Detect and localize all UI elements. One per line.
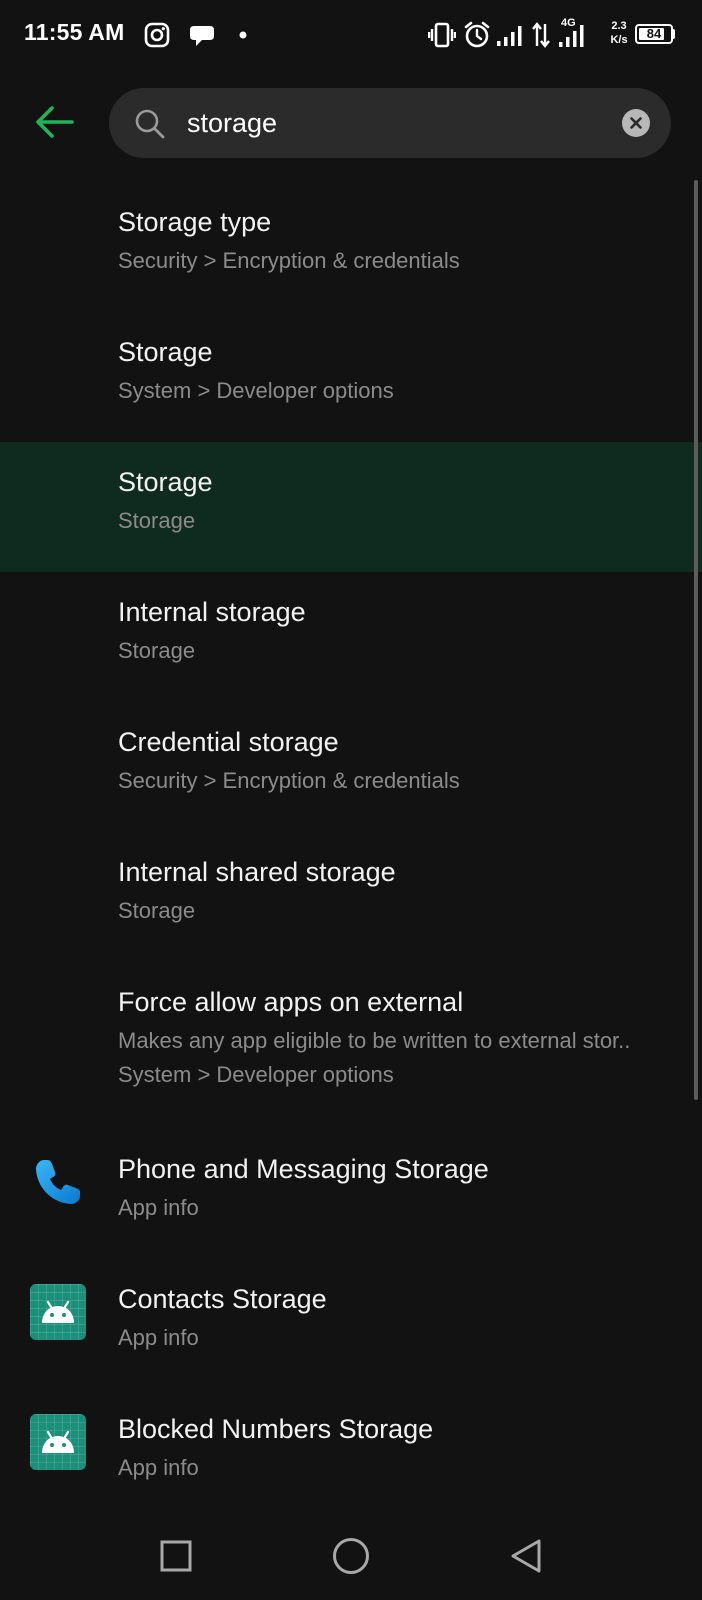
- result-subtitle: Security > Encryption & credentials: [118, 768, 460, 793]
- list-item[interactable]: Blocked Numbers Storage App info: [0, 1382, 702, 1512]
- list-item[interactable]: Storage System > Developer options: [0, 306, 702, 436]
- recents-button[interactable]: [150, 1530, 202, 1582]
- result-subtitle: System > Developer options: [118, 378, 394, 403]
- instagram-icon: [144, 22, 170, 52]
- chat-bubble-icon: [188, 23, 216, 53]
- network-speed: 2.3 K/s: [604, 19, 634, 47]
- alarm-icon: [463, 21, 491, 51]
- android-app-icon: [30, 1284, 86, 1340]
- status-bar: 11:55 AM 4G 2.3 K/s 84: [0, 0, 702, 72]
- home-button[interactable]: [325, 1530, 377, 1582]
- circle-home-icon: [333, 1538, 369, 1574]
- result-subtitle: App info: [118, 1455, 199, 1480]
- nav-back-button[interactable]: [500, 1530, 552, 1582]
- scrollbar[interactable]: [694, 180, 698, 1100]
- result-subtitle: App info: [118, 1195, 199, 1220]
- result-title: Storage type: [118, 207, 272, 237]
- battery-level: 84: [646, 26, 662, 41]
- list-item[interactable]: Phone and Messaging Storage App info: [0, 1122, 702, 1252]
- clear-search-button[interactable]: [622, 109, 650, 137]
- result-title: Phone and Messaging Storage: [118, 1154, 489, 1184]
- arrow-left-icon: [36, 106, 74, 138]
- notification-dot-icon: [239, 31, 247, 61]
- result-subtitle: Storage: [118, 638, 196, 663]
- phone-icon: [30, 1154, 86, 1210]
- list-item[interactable]: Contacts Storage App info: [0, 1252, 702, 1382]
- result-title: Storage: [118, 467, 213, 497]
- result-title: Contacts Storage: [118, 1284, 327, 1314]
- navigation-bar: [0, 1510, 702, 1600]
- result-title: Storage: [118, 337, 213, 367]
- result-subtitle: App info: [118, 1325, 199, 1350]
- data-transfer-icon: [531, 22, 551, 52]
- square-recents-icon: [160, 1540, 192, 1572]
- list-item[interactable]: Internal shared storage Storage: [0, 832, 702, 962]
- android-app-icon: [30, 1414, 86, 1470]
- result-title: Internal shared storage: [118, 857, 396, 887]
- search-icon: [134, 108, 166, 140]
- list-item[interactable]: Credential storage Security > Encryption…: [0, 702, 702, 832]
- result-title: Blocked Numbers Storage: [118, 1414, 434, 1444]
- list-item[interactable]: Storage type Security > Encryption & cre…: [0, 176, 702, 306]
- list-item[interactable]: Internal storage Storage: [0, 572, 702, 702]
- list-item-highlighted[interactable]: Storage Storage: [0, 442, 702, 572]
- clear-icon: [630, 117, 642, 129]
- search-box[interactable]: [109, 88, 671, 158]
- result-subtitle: Security > Encryption & credentials: [118, 248, 460, 273]
- network-speed-unit: K/s: [610, 34, 628, 46]
- vibrate-icon: [428, 22, 456, 52]
- result-subtitle: Storage: [118, 898, 196, 923]
- network-speed-value: 2.3: [611, 20, 627, 32]
- battery-nub: [672, 29, 675, 39]
- result-subtitle: System > Developer options: [118, 1062, 394, 1087]
- result-title: Internal storage: [118, 597, 306, 627]
- result-title: Force allow apps on external: [118, 987, 464, 1017]
- list-item[interactable]: Force allow apps on external Makes any a…: [0, 962, 702, 1122]
- back-button[interactable]: [28, 96, 80, 148]
- result-title: Credential storage: [118, 727, 339, 757]
- network-type-label: 4G: [561, 17, 576, 29]
- battery-icon: 84: [635, 24, 673, 44]
- triangle-back-icon: [511, 1539, 541, 1573]
- result-summary: Makes any app eligible to be written to …: [118, 1028, 631, 1053]
- result-subtitle: Storage: [118, 508, 196, 533]
- status-time: 11:55 AM: [24, 19, 125, 45]
- signal-icon: [496, 24, 524, 54]
- search-input[interactable]: [187, 99, 607, 147]
